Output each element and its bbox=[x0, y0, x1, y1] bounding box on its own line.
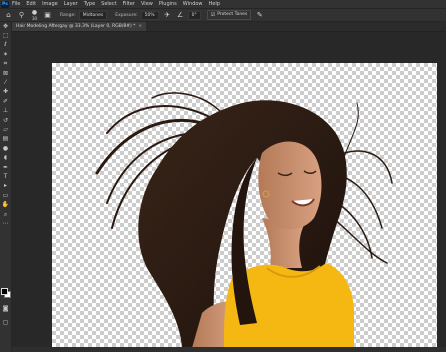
angle-icon[interactable]: ∠ bbox=[176, 11, 185, 20]
menu-filter[interactable]: Filter bbox=[123, 1, 135, 7]
exposure-field[interactable]: 50% bbox=[140, 10, 159, 20]
document-tab-title: Hair Modeling Aftergay @ 33.3% (Layer 0,… bbox=[16, 24, 136, 29]
close-icon[interactable]: × bbox=[138, 22, 142, 31]
eraser-tool-icon[interactable]: ▱ bbox=[0, 125, 11, 134]
document-canvas[interactable] bbox=[52, 63, 437, 348]
pen-tool-icon[interactable]: ✒ bbox=[0, 163, 11, 172]
menu-plugins[interactable]: Plugins bbox=[159, 1, 177, 7]
gradient-tool-icon[interactable]: ▤ bbox=[0, 135, 11, 144]
checkbox-icon: ☑ bbox=[210, 12, 216, 18]
brush-size-value: 30 bbox=[31, 16, 38, 21]
rectangle-tool-icon[interactable]: ▭ bbox=[0, 191, 11, 200]
menu-type[interactable]: Type bbox=[84, 1, 95, 7]
brush-size-icon[interactable]: ● 30 bbox=[30, 9, 39, 21]
hand-tool-icon[interactable]: ✋ bbox=[0, 200, 11, 209]
angle-field[interactable]: 0° bbox=[187, 10, 201, 20]
menu-window[interactable]: Window bbox=[183, 1, 203, 7]
zoom-tool-icon[interactable]: ⌕ bbox=[0, 210, 11, 219]
screen-mode-icon[interactable]: ▢ bbox=[0, 318, 11, 327]
tools-panel: ✥ ⬚ ℓ ✶ ⌗ ⊠ ⁄ ✚ ✐ ⊥ ↺ ▱ ▤ ● ◖ ✒ T ▸ ▭ ✋ … bbox=[0, 22, 12, 352]
range-select[interactable]: Midtones bbox=[78, 10, 108, 20]
brush-settings-icon[interactable]: ▣ bbox=[43, 11, 52, 20]
document-tab[interactable]: Hair Modeling Aftergay @ 33.3% (Layer 0,… bbox=[12, 22, 147, 31]
range-label: Range: bbox=[60, 12, 76, 18]
blur-tool-icon[interactable]: ● bbox=[0, 144, 11, 153]
healing-tool-icon[interactable]: ✚ bbox=[0, 88, 11, 97]
clone-stamp-tool-icon[interactable]: ⊥ bbox=[0, 107, 11, 116]
menu-select[interactable]: Select bbox=[101, 1, 116, 7]
quick-mask-icon[interactable]: ◙ bbox=[0, 304, 11, 313]
horizontal-scrollbar[interactable] bbox=[12, 347, 446, 352]
face bbox=[258, 141, 322, 230]
history-brush-tool-icon[interactable]: ↺ bbox=[0, 116, 11, 125]
type-tool-icon[interactable]: T bbox=[0, 172, 11, 181]
airbrush-icon[interactable]: ✈ bbox=[163, 11, 172, 20]
marquee-tool-icon[interactable]: ⬚ bbox=[0, 31, 11, 40]
pressure-icon[interactable]: ✎ bbox=[255, 11, 264, 20]
path-select-tool-icon[interactable]: ▸ bbox=[0, 182, 11, 191]
menu-file[interactable]: File bbox=[12, 1, 20, 7]
magic-wand-tool-icon[interactable]: ✶ bbox=[0, 50, 11, 59]
menu-help[interactable]: Help bbox=[209, 1, 220, 7]
tool-preset-icon[interactable]: ⚲ bbox=[17, 11, 26, 20]
home-icon[interactable]: ⌂ bbox=[4, 11, 13, 20]
document-tab-bar: Hair Modeling Aftergay @ 33.3% (Layer 0,… bbox=[12, 22, 446, 32]
options-bar: ⌂ ⚲ ● 30 ▣ Range: Midtones Exposure: 50% … bbox=[0, 8, 446, 22]
dodge-tool-icon[interactable]: ◖ bbox=[0, 153, 11, 162]
workspace bbox=[12, 32, 446, 352]
menu-edit[interactable]: Edit bbox=[26, 1, 36, 7]
foreground-color-swatch[interactable] bbox=[1, 288, 8, 295]
photoshop-logo[interactable]: Ps bbox=[1, 0, 9, 8]
menu-layer[interactable]: Layer bbox=[64, 1, 78, 7]
photo-layer bbox=[95, 92, 393, 348]
brush-tool-icon[interactable]: ✐ bbox=[0, 97, 11, 106]
eyedropper-tool-icon[interactable]: ⁄ bbox=[0, 78, 11, 87]
move-tool-icon[interactable]: ✥ bbox=[0, 22, 11, 31]
menu-bar: Ps File Edit Image Layer Type Select Fil… bbox=[0, 0, 446, 8]
protect-tones-checkbox[interactable]: ☑ Protect Tones bbox=[206, 10, 252, 20]
crop-tool-icon[interactable]: ⌗ bbox=[0, 60, 11, 69]
menu-image[interactable]: Image bbox=[42, 1, 58, 7]
exposure-label: Exposure: bbox=[115, 12, 138, 18]
menu-view[interactable]: View bbox=[141, 1, 153, 7]
frame-tool-icon[interactable]: ⊠ bbox=[0, 69, 11, 78]
lasso-tool-icon[interactable]: ℓ bbox=[0, 41, 11, 50]
protect-tones-label: Protect Tones bbox=[217, 12, 248, 17]
more-tools-icon[interactable]: ⋯ bbox=[0, 219, 11, 228]
